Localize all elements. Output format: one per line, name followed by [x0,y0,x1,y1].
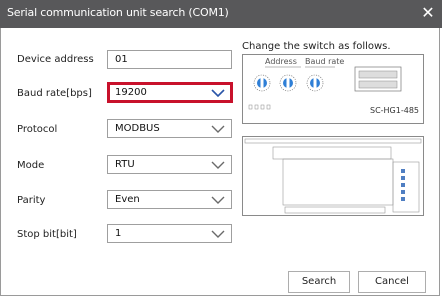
title-bar: Serial communication unit search (COM1) … [0,0,442,28]
chevron-down-icon [211,161,225,169]
chevron-down-icon [211,196,225,204]
stop-bit-select[interactable]: 1 [107,224,232,243]
baud-rate-highlight [107,82,233,103]
model-label: SC-HG1-485 [369,106,419,115]
stop-bit-value: 1 [115,228,122,239]
protocol-value: MODBUS [115,123,160,134]
search-button[interactable]: Search [288,271,350,293]
baud-rate-label: Baud rate[bps] [17,88,92,99]
device-unit-icon [244,138,422,214]
mode-label: Mode [17,160,45,171]
device-address-input[interactable]: 01 [107,50,232,69]
device-address-value: 01 [115,54,128,65]
protocol-select[interactable]: MODBUS [107,119,232,138]
mode-select[interactable]: RTU [107,155,232,174]
unit-illustration [242,136,424,216]
mode-value: RTU [115,159,135,170]
parity-value: Even [115,194,140,205]
close-icon[interactable]: ✕ [418,3,438,23]
chevron-down-icon [211,230,225,238]
switch-hint: Change the switch as follows. [242,41,391,52]
device-address-label: Device address [17,54,94,65]
chevron-down-icon [211,125,225,133]
window-title: Serial communication unit search (COM1) [7,6,229,19]
stop-bit-label: Stop bit[bit] [17,229,77,240]
parity-label: Parity [17,195,46,206]
parity-select[interactable]: Even [107,190,232,209]
switch-panel-illustration: Address Baud rate SC-HG1-485 [242,54,424,124]
protocol-label: Protocol [17,124,58,135]
cancel-button[interactable]: Cancel [358,271,426,293]
